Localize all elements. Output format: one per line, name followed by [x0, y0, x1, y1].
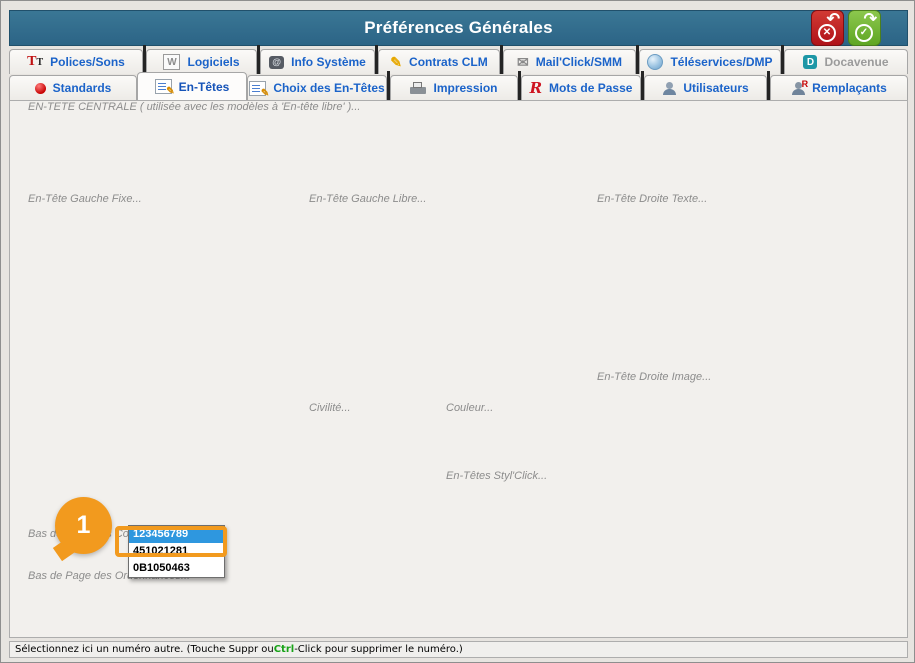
annotation-badge: 1 — [55, 497, 112, 554]
tab-docavenue[interactable]: Docavenue — [784, 49, 908, 74]
tab-info-systeme[interactable]: Info Système — [260, 49, 375, 74]
tab-mailclick-smm[interactable]: Mail'Click/SMM — [503, 49, 636, 74]
pencil-icon — [390, 54, 402, 71]
page-title: Préférences Générales — [364, 18, 553, 38]
tab-separator — [500, 45, 503, 74]
tab-logiciels[interactable]: Logiciels — [146, 49, 257, 74]
tab-separator — [636, 45, 639, 74]
status-text: Sélectionnez ici un numéro autre. (Touch… — [15, 644, 274, 655]
tab-separator — [518, 71, 521, 100]
globe-icon — [647, 54, 663, 70]
group-label: EN-TETE CENTRALE ( utilisée avec les mod… — [24, 101, 364, 113]
tab-separator — [641, 71, 644, 100]
preferences-window: Préférences Générales ↶ ✕ ↷ ✓ Polices/So… — [0, 0, 915, 663]
docavenue-icon — [803, 55, 817, 69]
red-dot-icon — [35, 83, 46, 94]
cancel-button[interactable]: ↶ ✕ — [811, 10, 844, 46]
header-doc-icon — [249, 81, 266, 96]
ctrl-key-text: Ctrl — [274, 644, 294, 655]
group-label: Civilité... — [305, 402, 355, 414]
tab-mots-de-passe[interactable]: Mots de Passe — [521, 75, 641, 100]
user-replace-icon: R — [791, 82, 805, 95]
group-label: En-Tête Droite Texte... — [593, 193, 711, 205]
system-info-icon — [269, 56, 284, 69]
tab-remplacants[interactable]: R Remplaçants — [770, 75, 908, 100]
tab-separator — [767, 71, 770, 100]
header-doc-icon — [155, 79, 172, 94]
tab-separator — [375, 45, 378, 74]
group-label: En-Tête Gauche Libre... — [305, 193, 430, 205]
fonts-icon — [27, 54, 43, 70]
group-label: En-Tête Gauche Fixe... — [24, 193, 146, 205]
tab-row-2: Standards En-Têtes Choix des En-Têtes Im… — [9, 74, 908, 100]
tab-en-tetes[interactable]: En-Têtes — [137, 72, 247, 100]
tab-separator — [781, 45, 784, 74]
tab-separator — [257, 45, 260, 74]
printer-icon — [410, 82, 426, 95]
annotation-highlight-box — [115, 526, 227, 557]
tab-utilisateurs[interactable]: Utilisateurs — [644, 75, 767, 100]
group-label: En-Têtes Styl'Click... — [442, 470, 551, 482]
group-label: Couleur... — [442, 402, 497, 414]
validate-button[interactable]: ↷ ✓ — [848, 10, 881, 46]
dropdown-item[interactable]: 0B1050463 — [129, 560, 224, 577]
tab-teleservices-dmp[interactable]: Téléservices/DMP — [639, 49, 781, 74]
tab-impression[interactable]: Impression — [390, 75, 518, 100]
title-bar: Préférences Générales ↶ ✕ ↷ ✓ — [9, 10, 908, 46]
tab-row-1: Polices/Sons Logiciels Info Système Cont… — [9, 48, 908, 74]
status-text: -Click pour supprimer le numéro.) — [294, 644, 463, 655]
status-bar: Sélectionnez ici un numéro autre. (Touch… — [9, 641, 908, 658]
tab-separator — [143, 45, 146, 74]
word-icon — [163, 54, 180, 70]
tab-choix-en-tetes[interactable]: Choix des En-Têtes — [247, 75, 387, 100]
tab-polices-sons[interactable]: Polices/Sons — [9, 49, 143, 74]
wax-seal-icon — [530, 79, 542, 97]
tab-standards[interactable]: Standards — [9, 75, 137, 100]
user-icon — [662, 82, 676, 95]
mail-icon — [517, 54, 529, 71]
validate-check-icon: ✓ — [855, 24, 873, 42]
tab-contrats-clm[interactable]: Contrats CLM — [378, 49, 500, 74]
group-label: En-Tête Droite Image... — [593, 371, 715, 383]
tab-separator — [387, 71, 390, 100]
cancel-cross-icon: ✕ — [818, 24, 836, 42]
